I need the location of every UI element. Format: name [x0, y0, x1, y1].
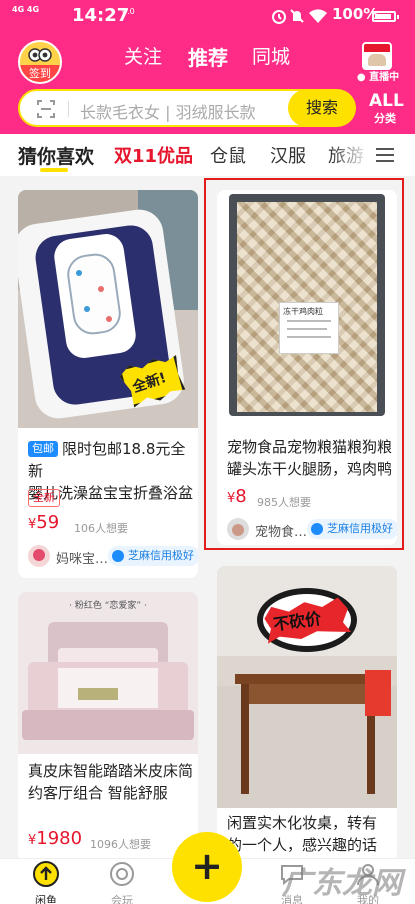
nav-local[interactable]: 同城: [252, 42, 290, 69]
all-categories-button[interactable]: ALL 分类: [369, 91, 404, 126]
live-button[interactable]: ● 直播中: [354, 42, 402, 83]
nav-play[interactable]: 会玩: [92, 861, 152, 904]
alarm-icon: [272, 10, 286, 24]
want-count: 1096人想要: [90, 838, 151, 851]
product-price: ¥59: [28, 512, 60, 533]
product-image: · 粉红色 “恋爱家” ·: [18, 592, 198, 754]
status-netspeed: 0.0: [122, 7, 135, 16]
product-card[interactable]: 全新! 包邮 限时包邮18.8元全新 婴儿洗澡盆宝宝折叠浴盆 全新 ¥59 106人…: [18, 190, 198, 578]
live-thumbnail: [362, 42, 392, 70]
product-card[interactable]: · 粉红色 “恋爱家” · 真皮床智能踏踏米皮床简 约客厅组合 智能舒服 ¥198…: [18, 592, 198, 862]
all-categories-big: ALL: [369, 91, 404, 111]
publish-button[interactable]: +: [172, 832, 242, 902]
status-bar: 4G 4G 14:27 0.0 100%: [0, 0, 415, 32]
nav-play-label: 会玩: [111, 894, 133, 904]
product-card[interactable]: 不砍价 闲置实木化妆桌，转有 的一个人，感兴趣的话: [217, 566, 397, 862]
tab-double11[interactable]: 双11优品: [114, 142, 193, 168]
scan-icon[interactable]: [37, 100, 55, 118]
product-image: 不砍价: [217, 566, 397, 808]
search-placeholder: 长款毛衣女 | 羽绒服长款: [80, 103, 256, 122]
free-shipping-tag: 包邮: [28, 441, 58, 457]
nav-recommend[interactable]: 推荐: [188, 42, 228, 71]
home-icon: [33, 861, 59, 887]
mascot-icon: [28, 48, 52, 62]
product-title: 闲置实木化妆桌，转有 的一个人，感兴趣的话: [227, 814, 378, 854]
nav-home-label: 闲鱼: [35, 894, 57, 904]
sesame-icon: [112, 550, 124, 562]
mute-icon: [290, 9, 304, 23]
app-header: 4G 4G 14:27 0.0 100% 签到 关注 推荐 同城 ● 直播中 长…: [0, 0, 415, 134]
product-title: 真皮床智能踏踏米皮床简 约客厅组合 智能舒服: [28, 762, 194, 802]
battery-icon: [372, 11, 399, 22]
brand-new-tag: 全新: [28, 489, 60, 507]
nav-home[interactable]: 闲鱼: [16, 861, 76, 904]
avatar: [28, 545, 50, 567]
signin-label: 签到: [20, 65, 60, 82]
watermark: 广东龙网: [282, 866, 402, 901]
category-tabs: 猜你喜欢 双11优品 仓鼠 汉服 旅游: [0, 134, 415, 176]
all-categories-small: 分类: [374, 112, 396, 125]
menu-icon[interactable]: [376, 147, 394, 163]
status-time: 14:27: [72, 5, 130, 26]
credit-badge: 芝麻信用极好: [108, 546, 198, 566]
live-label: ● 直播中: [356, 72, 400, 83]
play-icon: [110, 862, 134, 886]
nav-follow[interactable]: 关注: [124, 42, 162, 69]
signal-indicator: 4G 4G: [12, 5, 40, 14]
highlight-box: [204, 178, 404, 550]
product-image: 全新!: [18, 190, 198, 428]
wifi-icon: [309, 9, 327, 23]
search-button[interactable]: 搜索: [288, 89, 356, 127]
tab-underline: [40, 168, 68, 172]
seller-name: 妈咪宝…: [56, 552, 109, 567]
signin-button[interactable]: 签到: [18, 40, 62, 84]
plus-icon: +: [191, 844, 223, 888]
want-count: 106人想要: [74, 522, 128, 535]
product-price: ¥1980: [28, 828, 83, 849]
tab-guess-you-like[interactable]: 猜你喜欢: [18, 142, 94, 169]
tab-hamster[interactable]: 仓鼠: [210, 142, 246, 168]
image-caption: · 粉红色 “恋爱家” ·: [69, 601, 147, 611]
tab-hanfu[interactable]: 汉服: [270, 142, 306, 168]
